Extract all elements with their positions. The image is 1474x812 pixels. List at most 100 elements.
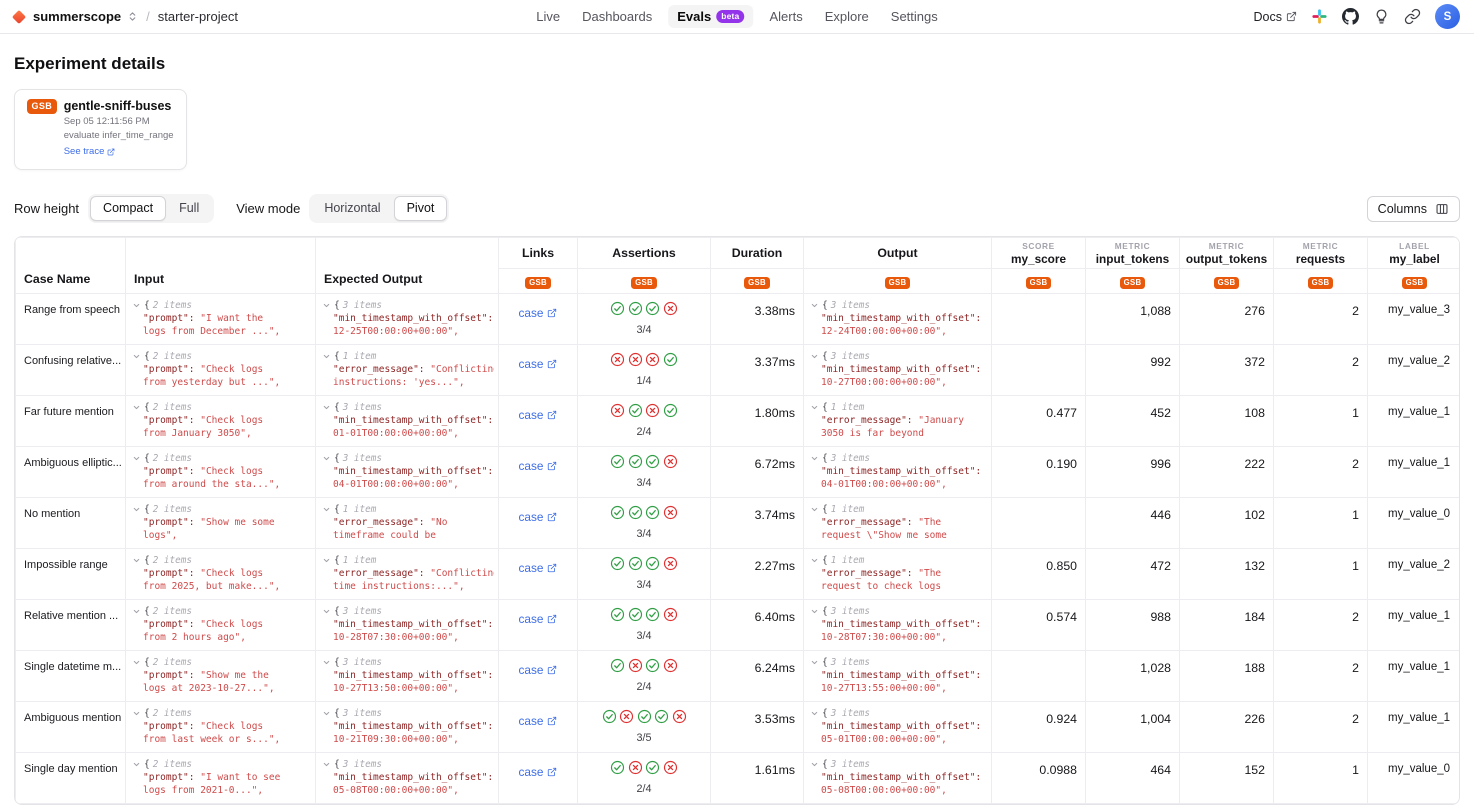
expand-chevron-icon[interactable] <box>322 301 331 310</box>
expand-chevron-icon[interactable] <box>132 607 141 616</box>
expand-chevron-icon[interactable] <box>322 709 331 718</box>
column-header-my-label[interactable]: LABELmy_label <box>1368 238 1461 269</box>
table-row[interactable]: Confusing relative...{2 items"prompt": "… <box>16 345 1461 396</box>
table-row[interactable]: Far future mention{2 items"prompt": "Che… <box>16 396 1461 447</box>
table-row[interactable]: Impossible range{2 items"prompt": "Check… <box>16 549 1461 600</box>
table-row[interactable]: Relative mention ...{2 items"prompt": "C… <box>16 600 1461 651</box>
column-header-output-tokens[interactable]: METRICoutput_tokens <box>1180 238 1274 269</box>
expand-chevron-icon[interactable] <box>132 301 141 310</box>
case-trace-link[interactable]: case <box>519 765 558 779</box>
expand-chevron-icon[interactable] <box>810 556 819 565</box>
json-items-count: 2 items <box>153 759 192 770</box>
expand-chevron-icon[interactable] <box>810 658 819 667</box>
table-row[interactable]: Ambiguous mention{2 items"prompt": "Chec… <box>16 702 1461 753</box>
case-trace-link[interactable]: case <box>519 663 558 677</box>
output-json-cell: {1 item"error_message": "Therequest to c… <box>804 549 992 600</box>
org-switcher-icon[interactable] <box>127 11 138 22</box>
expand-chevron-icon[interactable] <box>810 709 819 718</box>
case-trace-link[interactable]: case <box>519 714 558 728</box>
row-height-option-full[interactable]: Full <box>166 196 212 221</box>
column-header-assertions[interactable]: Assertions <box>578 238 711 269</box>
expand-chevron-icon[interactable] <box>132 760 141 769</box>
columns-button[interactable]: Columns <box>1367 196 1460 222</box>
nav-item-alerts[interactable]: Alerts <box>763 5 808 28</box>
json-line: from January 3050", <box>132 427 311 440</box>
expand-chevron-icon[interactable] <box>132 556 141 565</box>
expand-chevron-icon[interactable] <box>810 403 819 412</box>
column-header-input-tokens[interactable]: METRICinput_tokens <box>1086 238 1180 269</box>
expand-chevron-icon[interactable] <box>810 607 819 616</box>
json-items-count: 2 items <box>153 300 192 311</box>
expand-chevron-icon[interactable] <box>322 658 331 667</box>
expand-chevron-icon[interactable] <box>810 454 819 463</box>
case-trace-link[interactable]: case <box>519 459 558 473</box>
table-row[interactable]: No mention{2 items"prompt": "Show me som… <box>16 498 1461 549</box>
nav-item-explore[interactable]: Explore <box>819 5 875 28</box>
assertion-fail-icon <box>619 709 634 724</box>
table-row[interactable]: Range from speech{2 items"prompt": "I wa… <box>16 294 1461 345</box>
case-trace-link[interactable]: case <box>519 306 558 320</box>
docs-link[interactable]: Docs <box>1254 10 1297 24</box>
expand-chevron-icon[interactable] <box>132 658 141 667</box>
slack-icon[interactable] <box>1311 8 1328 25</box>
expand-chevron-icon[interactable] <box>132 352 141 361</box>
expand-chevron-icon[interactable] <box>132 709 141 718</box>
view-mode-option-horizontal[interactable]: Horizontal <box>311 196 393 221</box>
see-trace-link[interactable]: See trace <box>64 146 116 157</box>
user-avatar[interactable]: S <box>1435 4 1460 29</box>
case-trace-link[interactable]: case <box>519 357 558 371</box>
expand-chevron-icon[interactable] <box>132 454 141 463</box>
nav-item-settings[interactable]: Settings <box>885 5 944 28</box>
expand-chevron-icon[interactable] <box>322 760 331 769</box>
expand-chevron-icon[interactable] <box>322 505 331 514</box>
column-header-expected-output[interactable]: Expected Output <box>316 238 499 294</box>
expand-chevron-icon[interactable] <box>810 301 819 310</box>
experiment-card[interactable]: GSB gentle-sniff-buses Sep 05 12:11:56 P… <box>14 89 187 170</box>
column-header-links[interactable]: Links <box>499 238 578 269</box>
table-row[interactable]: Single datetime m...{2 items"prompt": "S… <box>16 651 1461 702</box>
expand-chevron-icon[interactable] <box>132 403 141 412</box>
lightbulb-icon[interactable] <box>1373 8 1390 25</box>
nav-item-evals[interactable]: Evalsbeta <box>668 5 753 28</box>
expand-chevron-icon[interactable] <box>322 607 331 616</box>
column-header-input[interactable]: Input <box>126 238 316 294</box>
org-name[interactable]: summerscope <box>33 9 121 24</box>
expand-chevron-icon[interactable] <box>322 352 331 361</box>
json-brace: { <box>822 350 828 363</box>
expand-chevron-icon[interactable] <box>810 352 819 361</box>
duration-cell: 3.37ms <box>711 345 804 396</box>
nav-item-dashboards[interactable]: Dashboards <box>576 5 658 28</box>
case-name-cell: Impossible range <box>16 549 126 600</box>
expand-chevron-icon[interactable] <box>810 505 819 514</box>
expand-chevron-icon[interactable] <box>810 760 819 769</box>
assertion-pass-icon <box>610 607 625 622</box>
nav-item-live[interactable]: Live <box>530 5 566 28</box>
case-trace-link[interactable]: case <box>519 612 558 626</box>
assertion-pass-icon <box>645 505 660 520</box>
input-json-cell: {2 items"prompt": "I want to seelogs fro… <box>126 753 316 804</box>
expand-chevron-icon[interactable] <box>322 454 331 463</box>
expand-chevron-icon[interactable] <box>322 556 331 565</box>
link-icon[interactable] <box>1404 8 1421 25</box>
column-header-requests[interactable]: METRICrequests <box>1274 238 1368 269</box>
json-brace: { <box>822 656 828 669</box>
case-trace-link[interactable]: case <box>519 561 558 575</box>
project-name[interactable]: starter-project <box>158 9 238 24</box>
column-header-output[interactable]: Output <box>804 238 992 269</box>
github-icon[interactable] <box>1342 8 1359 25</box>
column-header-case-name[interactable]: Case Name <box>16 238 126 294</box>
json-preview-header: {3 items <box>322 401 494 414</box>
column-header-my-score[interactable]: SCOREmy_score <box>992 238 1086 269</box>
json-line: from yesterday but ...", <box>132 376 311 389</box>
column-header-duration[interactable]: Duration <box>711 238 804 269</box>
row-height-option-compact[interactable]: Compact <box>90 196 166 221</box>
table-row[interactable]: Ambiguous elliptic...{2 items"prompt": "… <box>16 447 1461 498</box>
view-mode-option-pivot[interactable]: Pivot <box>394 196 448 221</box>
expand-chevron-icon[interactable] <box>322 403 331 412</box>
input-tokens-cell: 1,088 <box>1086 294 1180 345</box>
expand-chevron-icon[interactable] <box>132 505 141 514</box>
case-trace-link[interactable]: case <box>519 510 558 524</box>
column-kind-label: METRIC <box>1184 241 1269 251</box>
case-trace-link[interactable]: case <box>519 408 558 422</box>
table-row[interactable]: Single day mention{2 items"prompt": "I w… <box>16 753 1461 804</box>
